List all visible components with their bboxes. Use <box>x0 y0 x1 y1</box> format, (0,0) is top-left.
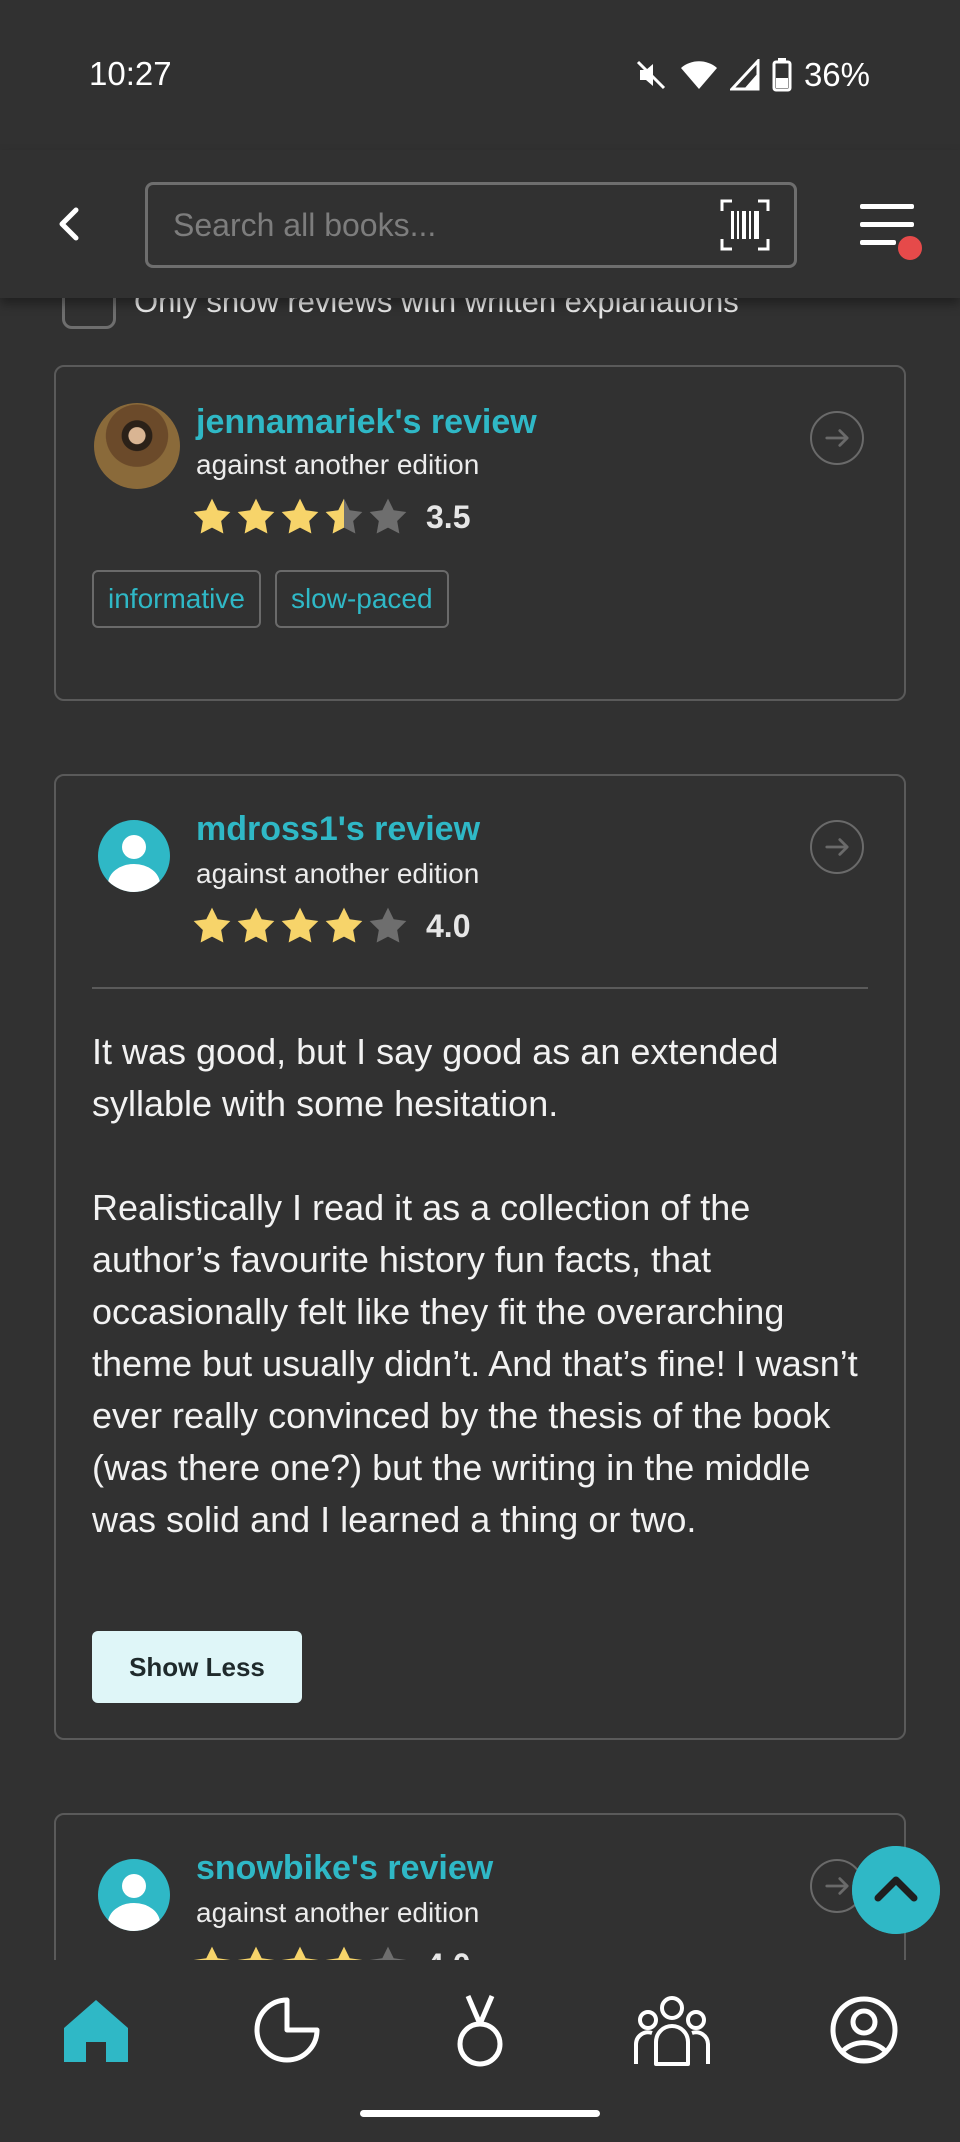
notification-dot <box>896 234 924 262</box>
edition-note: against another edition <box>196 449 480 480</box>
edition-note: against another edition <box>196 1897 480 1928</box>
scroll-top-button[interactable] <box>852 1846 940 1934</box>
arrow-right-icon[interactable] <box>810 820 864 874</box>
star-empty-icon <box>369 498 407 534</box>
reviewer-name[interactable]: jennamariek's review <box>196 403 537 442</box>
review-card: mdross1's review against another edition… <box>54 774 906 1740</box>
edition-note: against another edition <box>196 858 480 889</box>
avatar-head <box>122 1874 146 1898</box>
barcode-icon[interactable] <box>720 199 770 251</box>
star-full-icon <box>237 907 275 943</box>
mute-icon <box>636 60 665 90</box>
tag-chip[interactable]: informative <box>92 570 261 628</box>
bottom-nav <box>0 1960 960 2142</box>
star-empty-icon <box>369 907 407 943</box>
home-indicator <box>360 2110 600 2117</box>
divider <box>92 987 868 989</box>
star-full-icon <box>237 498 275 534</box>
wifi-icon <box>680 61 717 89</box>
profile-icon[interactable] <box>824 1990 904 2070</box>
status-bar: 10:27 36% <box>0 0 960 150</box>
avatar[interactable] <box>94 403 180 489</box>
star-full-icon <box>325 907 363 943</box>
rating-value: 4.0 <box>426 907 471 944</box>
avatar-head <box>122 835 146 859</box>
arrow-right-icon[interactable] <box>810 411 864 465</box>
community-icon[interactable] <box>632 1990 712 2070</box>
avatar[interactable] <box>98 1859 170 1931</box>
reviewer-name[interactable]: snowbike's review <box>196 1849 493 1888</box>
avatar-body <box>108 1903 160 1931</box>
avatar[interactable] <box>98 820 170 892</box>
home-icon[interactable] <box>56 1990 136 2070</box>
battery-percent: 36% <box>803 56 870 93</box>
star-full-icon <box>193 907 231 943</box>
app-header <box>0 150 960 298</box>
back-icon[interactable] <box>50 200 90 248</box>
reviewer-name[interactable]: mdross1's review <box>196 810 480 849</box>
star-full-icon <box>281 907 319 943</box>
star-rating: 4.0 <box>190 904 470 948</box>
star-full-icon <box>193 498 231 534</box>
status-icons: 36% <box>634 56 870 94</box>
status-time: 10:27 <box>89 55 172 92</box>
tag-list: informative slow-paced <box>92 570 449 628</box>
battery-icon <box>772 58 792 92</box>
search-box[interactable] <box>145 182 797 268</box>
challenges-icon[interactable] <box>440 1990 520 2070</box>
rating-value: 3.5 <box>426 498 471 535</box>
search-input[interactable] <box>173 199 693 251</box>
avatar-body <box>108 864 160 892</box>
signal-icon <box>729 59 760 91</box>
show-less-button[interactable]: Show Less <box>92 1631 302 1703</box>
stats-icon[interactable] <box>247 1990 327 2070</box>
star-rating: 3.5 <box>190 495 470 539</box>
tag-chip[interactable]: slow-paced <box>274 570 449 628</box>
star-half-icon <box>325 498 363 534</box>
review-text: It was good, but I say good as an extend… <box>92 1031 858 1540</box>
star-full-icon <box>281 498 319 534</box>
review-card: jennamariek's review against another edi… <box>54 365 906 701</box>
